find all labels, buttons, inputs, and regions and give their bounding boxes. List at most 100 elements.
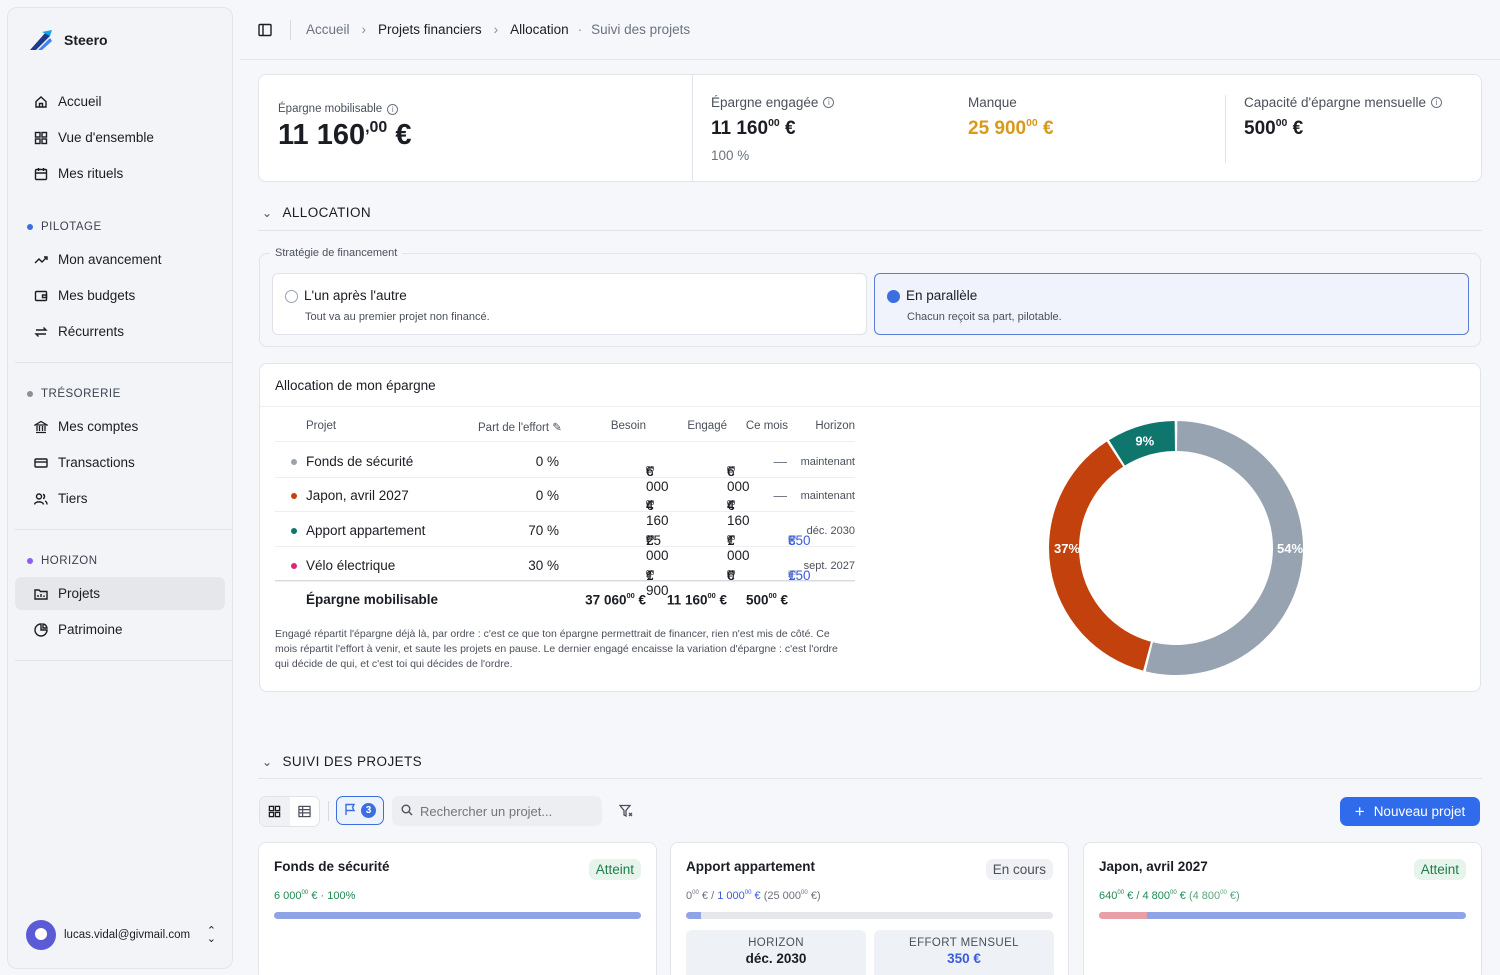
project-card-apport[interactable]: Apport appartement En cours 000 € / 1 00…: [670, 842, 1069, 975]
kpi-dec-digits: 00: [369, 118, 388, 136]
col-horizon[interactable]: Horizon: [815, 420, 855, 432]
table-view-icon[interactable]: [290, 797, 320, 826]
project-card-fonds[interactable]: Fonds de sécurité Atteint 6 00000 € · 10…: [258, 842, 657, 975]
kpi-card: Épargne mobilisable i 11 160,00 € Épargne…: [258, 74, 1482, 182]
kpi-capacite: Capacité d'épargne mensuelle i 50000 €: [1244, 95, 1442, 140]
chevron-right-icon: ›: [361, 22, 367, 37]
status-badge: En cours: [985, 859, 1053, 880]
progress-bar: [274, 912, 641, 919]
sidebar-item-transactions[interactable]: Transactions: [15, 446, 225, 479]
repeat-icon: [34, 325, 48, 339]
row-dot: [291, 459, 297, 465]
strategy-option-sequential[interactable]: L'un après l'autre Tout va au premier pr…: [272, 273, 867, 335]
strategy-option-parallel[interactable]: En parallèle Chacun reçoit sa part, pilo…: [874, 273, 1469, 335]
sidebar-item-budgets[interactable]: Mes budgets: [15, 279, 225, 312]
user-menu[interactable]: lucas.vidal@givmail.com ⌃ ⌄: [26, 920, 216, 950]
flag-filter-button[interactable]: 3: [336, 796, 384, 825]
kpi-int: 11 160: [711, 118, 769, 139]
kpi-mobilisable: Épargne mobilisable i 11 160,00 €: [278, 103, 411, 152]
search-input[interactable]: [420, 803, 590, 819]
horizon-box: HORIZON déc. 2030: [686, 930, 866, 975]
kpi-value: 50000 €: [1244, 118, 1442, 140]
info-icon[interactable]: i: [387, 103, 399, 115]
project-card-japon[interactable]: Japon, avril 2027 Atteint 64000 € / 4 80…: [1083, 842, 1482, 975]
sidebar-item-avancement[interactable]: Mon avancement: [15, 243, 225, 276]
col-projet[interactable]: Projet: [306, 420, 336, 432]
sidebar-toggle-icon[interactable]: [258, 23, 272, 37]
chevron-right-icon: ›: [493, 22, 499, 37]
donut-label: 9%: [1135, 433, 1154, 448]
col-besoin[interactable]: Besoin: [611, 420, 646, 432]
row-name: Apport appartement: [306, 523, 426, 538]
row-part[interactable]: 0 %: [536, 454, 559, 469]
suivi-section-toggle[interactable]: ⌄ SUIVI DES PROJETS: [262, 754, 422, 769]
plus-icon: +: [1354, 801, 1365, 821]
sidebar-item-rituels[interactable]: Mes rituels: [15, 157, 225, 190]
donut-label: 37%: [1054, 541, 1080, 556]
grid-view-icon[interactable]: [260, 797, 290, 826]
sidebar-item-projets[interactable]: Projets: [15, 577, 225, 610]
kpi-divider: [692, 75, 693, 181]
breadcrumb-allocation[interactable]: Allocation: [510, 22, 569, 37]
sidebar-item-vue-ensemble[interactable]: Vue d'ensemble: [15, 121, 225, 154]
info-icon[interactable]: i: [823, 97, 835, 108]
table-header: Projet Part de l'effort ✎ Besoin Engagé …: [275, 420, 855, 442]
breadcrumb-sub[interactable]: Suivi des projets: [591, 22, 690, 37]
table-row[interactable]: Japon, avril 2027 0 % 4 160 00 €4 160 00 € — m…: [275, 478, 855, 528]
kpi-label: Capacité d'épargne mensuelle i: [1244, 95, 1442, 110]
new-project-button[interactable]: + Nouveau projet: [1340, 797, 1480, 826]
section-dot: [27, 224, 33, 230]
allocation-section-toggle[interactable]: ⌄ ALLOCATION: [262, 205, 371, 220]
project-amount: 000 € / 1 00000 € (25 00000 €): [686, 889, 821, 902]
row-part[interactable]: 0 %: [536, 488, 559, 503]
breadcrumb-dot: ·: [577, 22, 583, 37]
col-engage[interactable]: Engagé: [687, 420, 727, 432]
project-amount: 64000 € / 4 80000 € (4 80000 €): [1099, 889, 1240, 902]
horizon-label: HORIZON: [748, 937, 804, 949]
amount-b: 4 800: [1142, 890, 1170, 902]
breadcrumb-accueil[interactable]: Accueil: [306, 22, 350, 37]
table-row[interactable]: Vélo électrique 30 % 1 900 00 €0 00 €150 00 €…: [275, 548, 855, 598]
progress-bar: [686, 912, 1053, 919]
sidebar-item-accueil[interactable]: Accueil: [15, 85, 225, 118]
info-icon[interactable]: i: [1430, 97, 1442, 108]
pencil-icon[interactable]: ✎: [552, 422, 562, 434]
donut-slice[interactable]: [1049, 441, 1151, 671]
sidebar-item-label: Mes comptes: [58, 419, 139, 434]
row-part[interactable]: 30 %: [528, 558, 559, 573]
radio-unselected[interactable]: [285, 289, 298, 303]
trend-icon: [34, 253, 48, 267]
col-part-label: Part de l'effort: [478, 422, 550, 434]
section-title: SUIVI DES PROJETS: [282, 754, 423, 769]
total-label: Épargne mobilisable: [306, 592, 439, 607]
flag-icon: [344, 803, 356, 819]
radio-selected[interactable]: [887, 289, 900, 303]
row-part[interactable]: 70 %: [528, 523, 559, 538]
brand[interactable]: Steero: [8, 8, 232, 52]
amount-int: 11 160: [666, 592, 708, 608]
project-title: Apport appartement: [686, 859, 816, 874]
filter-icon[interactable]: [618, 804, 633, 821]
sidebar-item-comptes[interactable]: Mes comptes: [15, 410, 225, 443]
progress-fill: [274, 912, 641, 919]
allocation-note: Engagé répartit l'épargne déjà là, par o…: [275, 628, 838, 670]
breadcrumb-projets[interactable]: Projets financiers: [378, 22, 482, 37]
section-divider: [258, 230, 1482, 231]
kpi-value: 11 16000 €: [711, 118, 834, 140]
strategy-fieldset: Stratégie de financement L'un après l'au…: [259, 247, 1481, 347]
sidebar-item-tiers[interactable]: Tiers: [15, 482, 225, 515]
kpi-int: 25 900: [968, 118, 1027, 139]
effort-box: EFFORT MENSUEL 350 €: [874, 930, 1054, 975]
sidebar-item-patrimoine[interactable]: Patrimoine: [15, 613, 225, 646]
col-mois[interactable]: Ce mois: [746, 420, 788, 432]
table-total-row: Épargne mobilisable 37 06000 € 11 16000 …: [275, 580, 855, 616]
donut-label: 54%: [1277, 541, 1303, 556]
col-part[interactable]: Part de l'effort ✎: [478, 420, 562, 434]
kpi-dec: ,00: [365, 118, 388, 136]
table-row[interactable]: Apport appartement 70 % 25 000 00 €1 000 00 …: [275, 513, 855, 563]
table-row[interactable]: Fonds de sécurité 0 % 6 000 00 €6 000 00 € — m…: [275, 444, 855, 494]
view-toggle: [259, 796, 320, 827]
search-box[interactable]: [392, 796, 602, 826]
folder-icon: [34, 587, 48, 601]
sidebar-item-recurrents[interactable]: Récurrents: [15, 315, 225, 348]
